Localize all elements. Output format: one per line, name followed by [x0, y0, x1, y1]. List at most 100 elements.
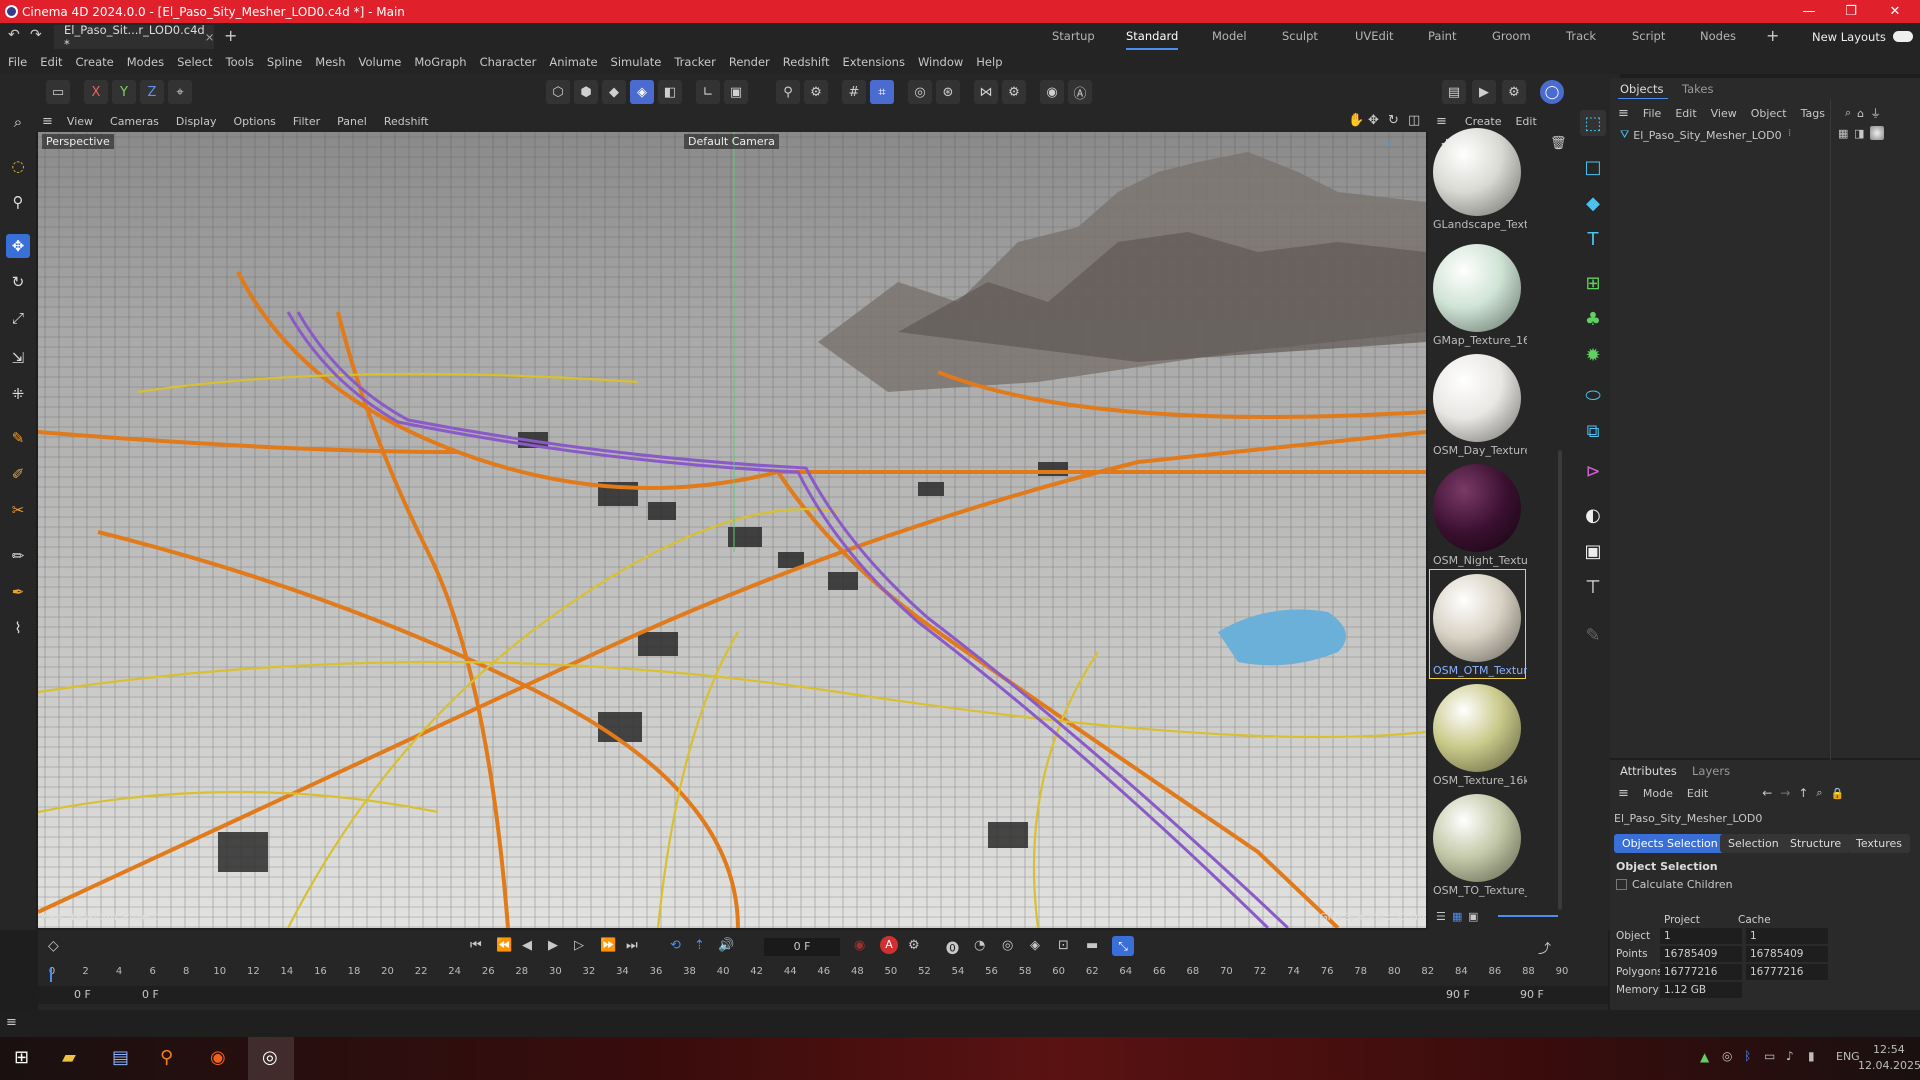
visibility-dots-icon[interactable]: ⁞ [1788, 128, 1791, 139]
material-item-selected[interactable]: OSM_OTM_Textur [1429, 569, 1527, 679]
viewport-menu-cameras[interactable]: Cameras [110, 115, 159, 128]
next-frame-icon[interactable]: ▷ [574, 938, 584, 953]
null-object-icon[interactable]: □ [1580, 154, 1606, 180]
menu-tools[interactable]: Tools [226, 55, 254, 69]
fcurve-icon[interactable]: ⤴ [1538, 938, 1551, 957]
camera-label[interactable]: Default Camera [684, 134, 779, 149]
model-mode-icon[interactable]: ◈ [630, 80, 654, 104]
undo-icon[interactable]: ↶ [8, 27, 20, 43]
keyframe-diamond-icon[interactable]: ◇ [48, 938, 59, 954]
move-view-icon[interactable]: ✥ [1368, 113, 1379, 128]
viewport-menu-view[interactable]: View [67, 115, 93, 128]
material-item[interactable]: OSM_Night_Textu [1430, 460, 1527, 568]
range-start[interactable]: 0 F [74, 988, 91, 1001]
z-axis-toggle[interactable]: Z [140, 80, 164, 104]
camera-icon[interactable]: ▣ [1580, 538, 1606, 564]
minimize-button[interactable]: — [1786, 0, 1832, 23]
menu-help[interactable]: Help [976, 55, 1002, 69]
autokey-icon[interactable]: Ⓐ [1068, 80, 1092, 104]
viewport-menu-panel[interactable]: Panel [337, 115, 367, 128]
toggle-view-icon[interactable]: ◫ [1408, 113, 1420, 128]
search-app-icon[interactable]: ⚲ [160, 1047, 173, 1068]
soft-selection-icon[interactable]: ⁜ [6, 382, 30, 406]
viewport-menu-options[interactable]: Options [233, 115, 275, 128]
menu-volume[interactable]: Volume [359, 55, 402, 69]
objects-menu-file[interactable]: File [1643, 107, 1661, 120]
menu-spline[interactable]: Spline [267, 55, 302, 69]
menu-file[interactable]: File [8, 55, 27, 69]
filter-icon[interactable]: ⏚ [1870, 105, 1881, 121]
key-pla-icon[interactable]: ⊡ [1058, 938, 1069, 953]
menu-redshift[interactable]: Redshift [783, 55, 830, 69]
new-tab-icon[interactable]: + [224, 26, 237, 45]
rotate-tool-icon[interactable]: ↻ [6, 270, 30, 294]
pan-view-icon[interactable]: ✋ [1348, 113, 1364, 128]
layout-sculpt[interactable]: Sculpt [1282, 23, 1318, 50]
redo-icon[interactable]: ↷ [30, 27, 42, 43]
mograph-icon[interactable]: ♣ [1580, 306, 1606, 332]
sound-icon[interactable]: 🔊 [718, 938, 734, 953]
cube-object-icon[interactable]: ◆ [1580, 190, 1606, 216]
key-rotation-icon[interactable]: ◔ [974, 938, 985, 953]
layout-nodes[interactable]: Nodes [1700, 23, 1736, 50]
attributes-menu-icon[interactable]: ≡ [1618, 786, 1629, 801]
y-axis-toggle[interactable]: Y [112, 80, 136, 104]
tab-layers[interactable]: Layers [1692, 764, 1730, 778]
object-tree-item[interactable]: ⛛ El_Paso_Sity_Mesher_LOD0 [1620, 126, 1782, 144]
delete-material-icon[interactable]: 🗑 [1550, 136, 1567, 151]
material-menu-create[interactable]: Create [1465, 115, 1502, 128]
new-layouts-toggle[interactable] [1893, 31, 1913, 42]
preview-start[interactable]: 0 F [142, 988, 159, 1001]
close-tab-icon[interactable]: × [205, 30, 215, 44]
battery-icon[interactable]: ▮ [1808, 1049, 1815, 1063]
phong-tag-icon[interactable]: ◨ [1854, 127, 1864, 140]
home-icon[interactable]: ⌂ [1857, 107, 1864, 120]
playhead[interactable] [50, 968, 52, 982]
menu-select[interactable]: Select [177, 55, 212, 69]
range-end[interactable]: 90 F [1520, 988, 1544, 1001]
layout-standard[interactable]: Standard [1126, 23, 1179, 50]
objects-menu-icon[interactable]: ≡ [1618, 106, 1629, 121]
settings-icon[interactable]: ⚙ [1002, 80, 1026, 104]
key-param-icon[interactable]: ◈ [1030, 938, 1040, 953]
status-menu-icon[interactable]: ≡ [6, 1015, 17, 1030]
points-mode-icon[interactable]: ⬡ [546, 80, 570, 104]
tab-objects[interactable]: Objects [1620, 82, 1663, 96]
clock-time[interactable]: 12:54 [1873, 1043, 1905, 1056]
interpolation-icon[interactable]: ⤡ [1112, 936, 1134, 956]
material-item[interactable]: OSM_TO_Texture_ [1430, 790, 1527, 898]
knife-tool-icon[interactable]: ✂ [6, 498, 30, 522]
document-tab[interactable]: El_Paso_Sit...r_LOD0.c4d * × [54, 23, 215, 51]
material-scrollbar[interactable] [1558, 450, 1562, 910]
menu-mograph[interactable]: MoGraph [414, 55, 466, 69]
volume-icon[interactable]: ⊳ [1580, 458, 1606, 484]
menu-extensions[interactable]: Extensions [842, 55, 904, 69]
lock-icon[interactable]: 🔒 [1831, 787, 1845, 800]
file-explorer-icon[interactable]: ▰ [62, 1047, 76, 1068]
thumbnail-size-slider[interactable] [1498, 915, 1558, 917]
calculate-children-checkbox[interactable] [1616, 879, 1627, 890]
polygons-mode-icon[interactable]: ◆ [602, 80, 626, 104]
menu-character[interactable]: Character [480, 55, 537, 69]
field-icon[interactable]: ⧉ [1580, 418, 1606, 444]
maximize-button[interactable]: ❐ [1828, 0, 1874, 23]
back-arrow-icon[interactable]: ← [1762, 786, 1772, 800]
grid-snap-icon[interactable]: # [842, 80, 866, 104]
tray-circle-icon[interactable]: ◎ [1722, 1049, 1732, 1063]
menu-create[interactable]: Create [76, 55, 114, 69]
render-to-viewer-icon[interactable]: ⚙ [1502, 80, 1526, 104]
viewport-menu-redshift[interactable]: Redshift [384, 115, 429, 128]
objects-menu-object[interactable]: Object [1751, 107, 1787, 120]
coordinate-system-icon[interactable]: ⌖ [168, 80, 192, 104]
spline-sketch-icon[interactable]: ✐ [6, 462, 30, 486]
key-position-icon[interactable]: ⓿ [946, 938, 959, 957]
brush-tool-icon[interactable]: ✏ [6, 544, 30, 568]
layout-script[interactable]: Script [1632, 23, 1665, 50]
windows-start-icon[interactable]: ⊞ [14, 1047, 29, 1068]
material-item[interactable]: OSM_Texture_16k [1430, 680, 1527, 788]
edges-mode-icon[interactable]: ⬢ [574, 80, 598, 104]
render-view-icon[interactable]: ◎ [908, 80, 932, 104]
go-to-end-icon[interactable]: ⏭ [626, 938, 638, 953]
previous-frame-icon[interactable]: ◀ [522, 938, 532, 953]
material-menu-icon[interactable]: ≡ [1436, 114, 1447, 129]
